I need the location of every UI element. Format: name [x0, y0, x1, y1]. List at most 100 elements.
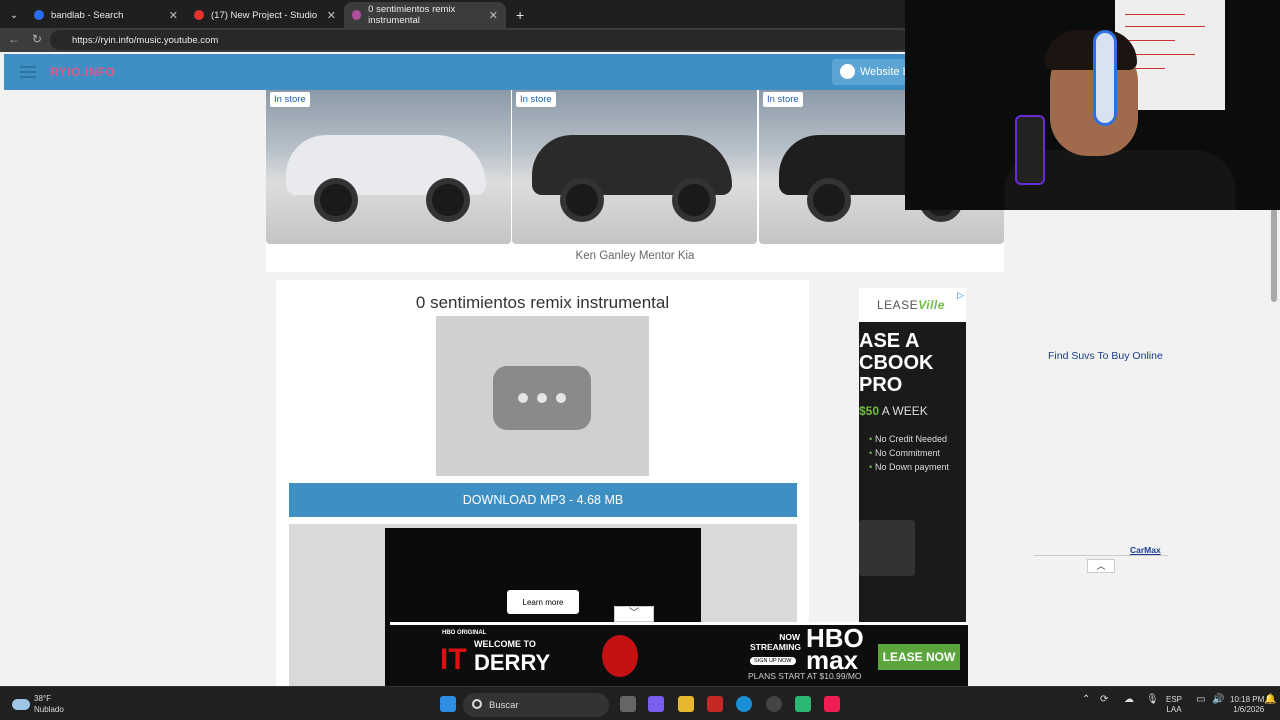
sign-up-button[interactable]: SIGN UP NOW [750, 657, 796, 665]
chevron-up-icon[interactable]: ︿ [1087, 559, 1115, 573]
download-mp3-button[interactable]: DOWNLOAD MP3 - 4.68 MB [289, 483, 797, 517]
leaseville-logo: LEASEVille [877, 298, 945, 312]
volume-icon[interactable]: 🔊 [1212, 695, 1224, 705]
bandlab-favicon-icon [194, 10, 204, 20]
lease-now-button[interactable]: LEASE NOW [878, 644, 960, 670]
url-text: https://ryin.info/music.youtube.com [72, 34, 219, 46]
tab-list-button[interactable]: ⌄ [2, 2, 22, 28]
red-balloon-image [602, 635, 638, 677]
new-tab-button[interactable]: + [508, 2, 528, 28]
mcafee-icon[interactable] [707, 696, 723, 712]
task-view-icon[interactable] [620, 696, 636, 712]
headline-line: ASE A [859, 330, 920, 352]
car-ad-image-white-suv[interactable]: In store [266, 90, 511, 244]
date-text: 1/6/2026 [1233, 705, 1265, 714]
weather-text: 38°F Nublado [34, 693, 64, 715]
car-ad-image-black-suv[interactable]: In store [512, 90, 757, 244]
ad-bullet: No Credit Needed [869, 434, 947, 444]
derry-text: DERRY [474, 650, 551, 675]
copilot-icon[interactable] [648, 696, 664, 712]
song-title: 0 sentimientos remix instrumental [415, 293, 670, 312]
network-icon[interactable]: ▭ [1196, 695, 1205, 705]
language-layout: LAA [1166, 705, 1182, 714]
video-thumbnail[interactable] [436, 316, 649, 476]
url-field[interactable]: https://ryin.info/music.youtube.com [50, 30, 910, 50]
ad-price: $50 A WEEK [859, 404, 928, 418]
learn-more-button[interactable]: Learn more [507, 590, 579, 614]
adchoices-icon[interactable]: ▷ [957, 290, 964, 301]
car-wheel [426, 178, 470, 222]
ad-headline: ASE A CBOOK PRO [859, 330, 933, 396]
loading-dot [518, 393, 528, 403]
tab-title: (17) New Project - Studio [211, 9, 318, 21]
ad-bullet: No Commitment [869, 448, 940, 458]
search-favicon-icon [34, 10, 44, 20]
whiteboard-scribble [1125, 40, 1175, 41]
welcome-to-derry: WELCOME TO DERRY [474, 637, 550, 674]
close-tab-icon[interactable]: ✕ [489, 9, 498, 22]
whiteboard-scribble [1125, 26, 1205, 27]
windows-taskbar: 38°F Nublado Buscar ⌃ ⟳ ☁ 🎙 ESP LAA ▭ 🔊 10… [0, 686, 1280, 720]
headset-image [1093, 30, 1117, 126]
logo-part: LEASE [877, 298, 919, 312]
website-button-label: Website L [860, 66, 909, 78]
webcam-overlay [905, 0, 1280, 210]
in-store-badge: In store [516, 92, 556, 107]
close-tab-icon[interactable]: ✕ [327, 9, 336, 22]
app-3-icon[interactable] [766, 696, 782, 712]
chevron-down-icon[interactable]: ﹀ [614, 606, 654, 622]
chevron-up-icon[interactable]: ⌃ [1082, 695, 1090, 705]
back-icon[interactable]: ← [8, 32, 20, 46]
price-value: $50 [859, 404, 880, 418]
find-suvs-link[interactable]: Find Suvs To Buy Online [1048, 350, 1163, 362]
whiteboard-scribble [1125, 14, 1185, 15]
app-green-icon[interactable] [795, 696, 811, 712]
hbo-original-label: HBO ORIGINAL [442, 630, 487, 636]
tiktok-icon[interactable] [824, 696, 840, 712]
person-hair [1045, 30, 1137, 70]
clock[interactable]: 10:18 PM 1/6/2026 [1230, 695, 1264, 715]
edge-icon[interactable] [736, 696, 752, 712]
headline-line: PRO [859, 374, 903, 396]
tab-sentimientos[interactable]: 0 sentimientos remix instrumental ✕ [344, 2, 506, 28]
car-wheel [672, 178, 716, 222]
notification-bell-icon[interactable]: 🔔 [1264, 695, 1276, 705]
it-logo: IT [440, 643, 467, 676]
in-store-badge: In store [270, 92, 310, 107]
car-wheel [314, 178, 358, 222]
tab-bandlab-search[interactable]: bandlab - Search ✕ [26, 2, 186, 28]
carmax-link[interactable]: CarMax [1130, 545, 1161, 555]
car-wheel [807, 178, 851, 222]
car-ad-banner[interactable]: In store In store In store Ken Ganley Me… [266, 90, 1004, 272]
search-placeholder: Buscar [489, 699, 519, 711]
globe-icon [840, 64, 855, 79]
dealer-name[interactable]: Ken Ganley Mentor Kia [266, 250, 1004, 262]
file-explorer-icon[interactable] [678, 696, 694, 712]
logo-part: Ville [918, 298, 945, 312]
site-logo[interactable]: RYIO.INFO [50, 65, 115, 79]
microphone-image [1015, 115, 1045, 185]
loading-play-icon [493, 366, 591, 430]
plans-text: PLANS START AT $10.99/MO [748, 671, 862, 681]
cloud-tray-icon[interactable]: ☁ [1124, 695, 1134, 705]
tab-new-project-studio[interactable]: (17) New Project - Studio ✕ [186, 2, 344, 28]
time-text: 10:18 PM [1230, 695, 1265, 704]
reload-icon[interactable]: ↻ [32, 32, 42, 46]
search-icon [472, 699, 482, 709]
loading-dot [556, 393, 566, 403]
menu-icon[interactable] [20, 66, 36, 78]
tab-title: 0 sentimientos remix instrumental [368, 4, 456, 26]
temperature: 38°F [34, 694, 51, 703]
in-store-badge: In store [763, 92, 803, 107]
microphone-icon[interactable]: 🎙 [1146, 695, 1159, 705]
taskbar-search[interactable]: Buscar [463, 693, 609, 717]
language-indicator[interactable]: ESP LAA [1166, 695, 1182, 715]
ad-bullet: No Down payment [869, 462, 949, 472]
sync-icon[interactable]: ⟳ [1100, 695, 1108, 705]
close-tab-icon[interactable]: ✕ [169, 9, 178, 22]
hbo-max-logo: HBO max [806, 623, 864, 675]
weather-widget[interactable]: 38°F Nublado [12, 693, 64, 715]
laptop-image [859, 520, 915, 576]
loading-dot [537, 393, 547, 403]
start-icon[interactable] [440, 696, 456, 712]
